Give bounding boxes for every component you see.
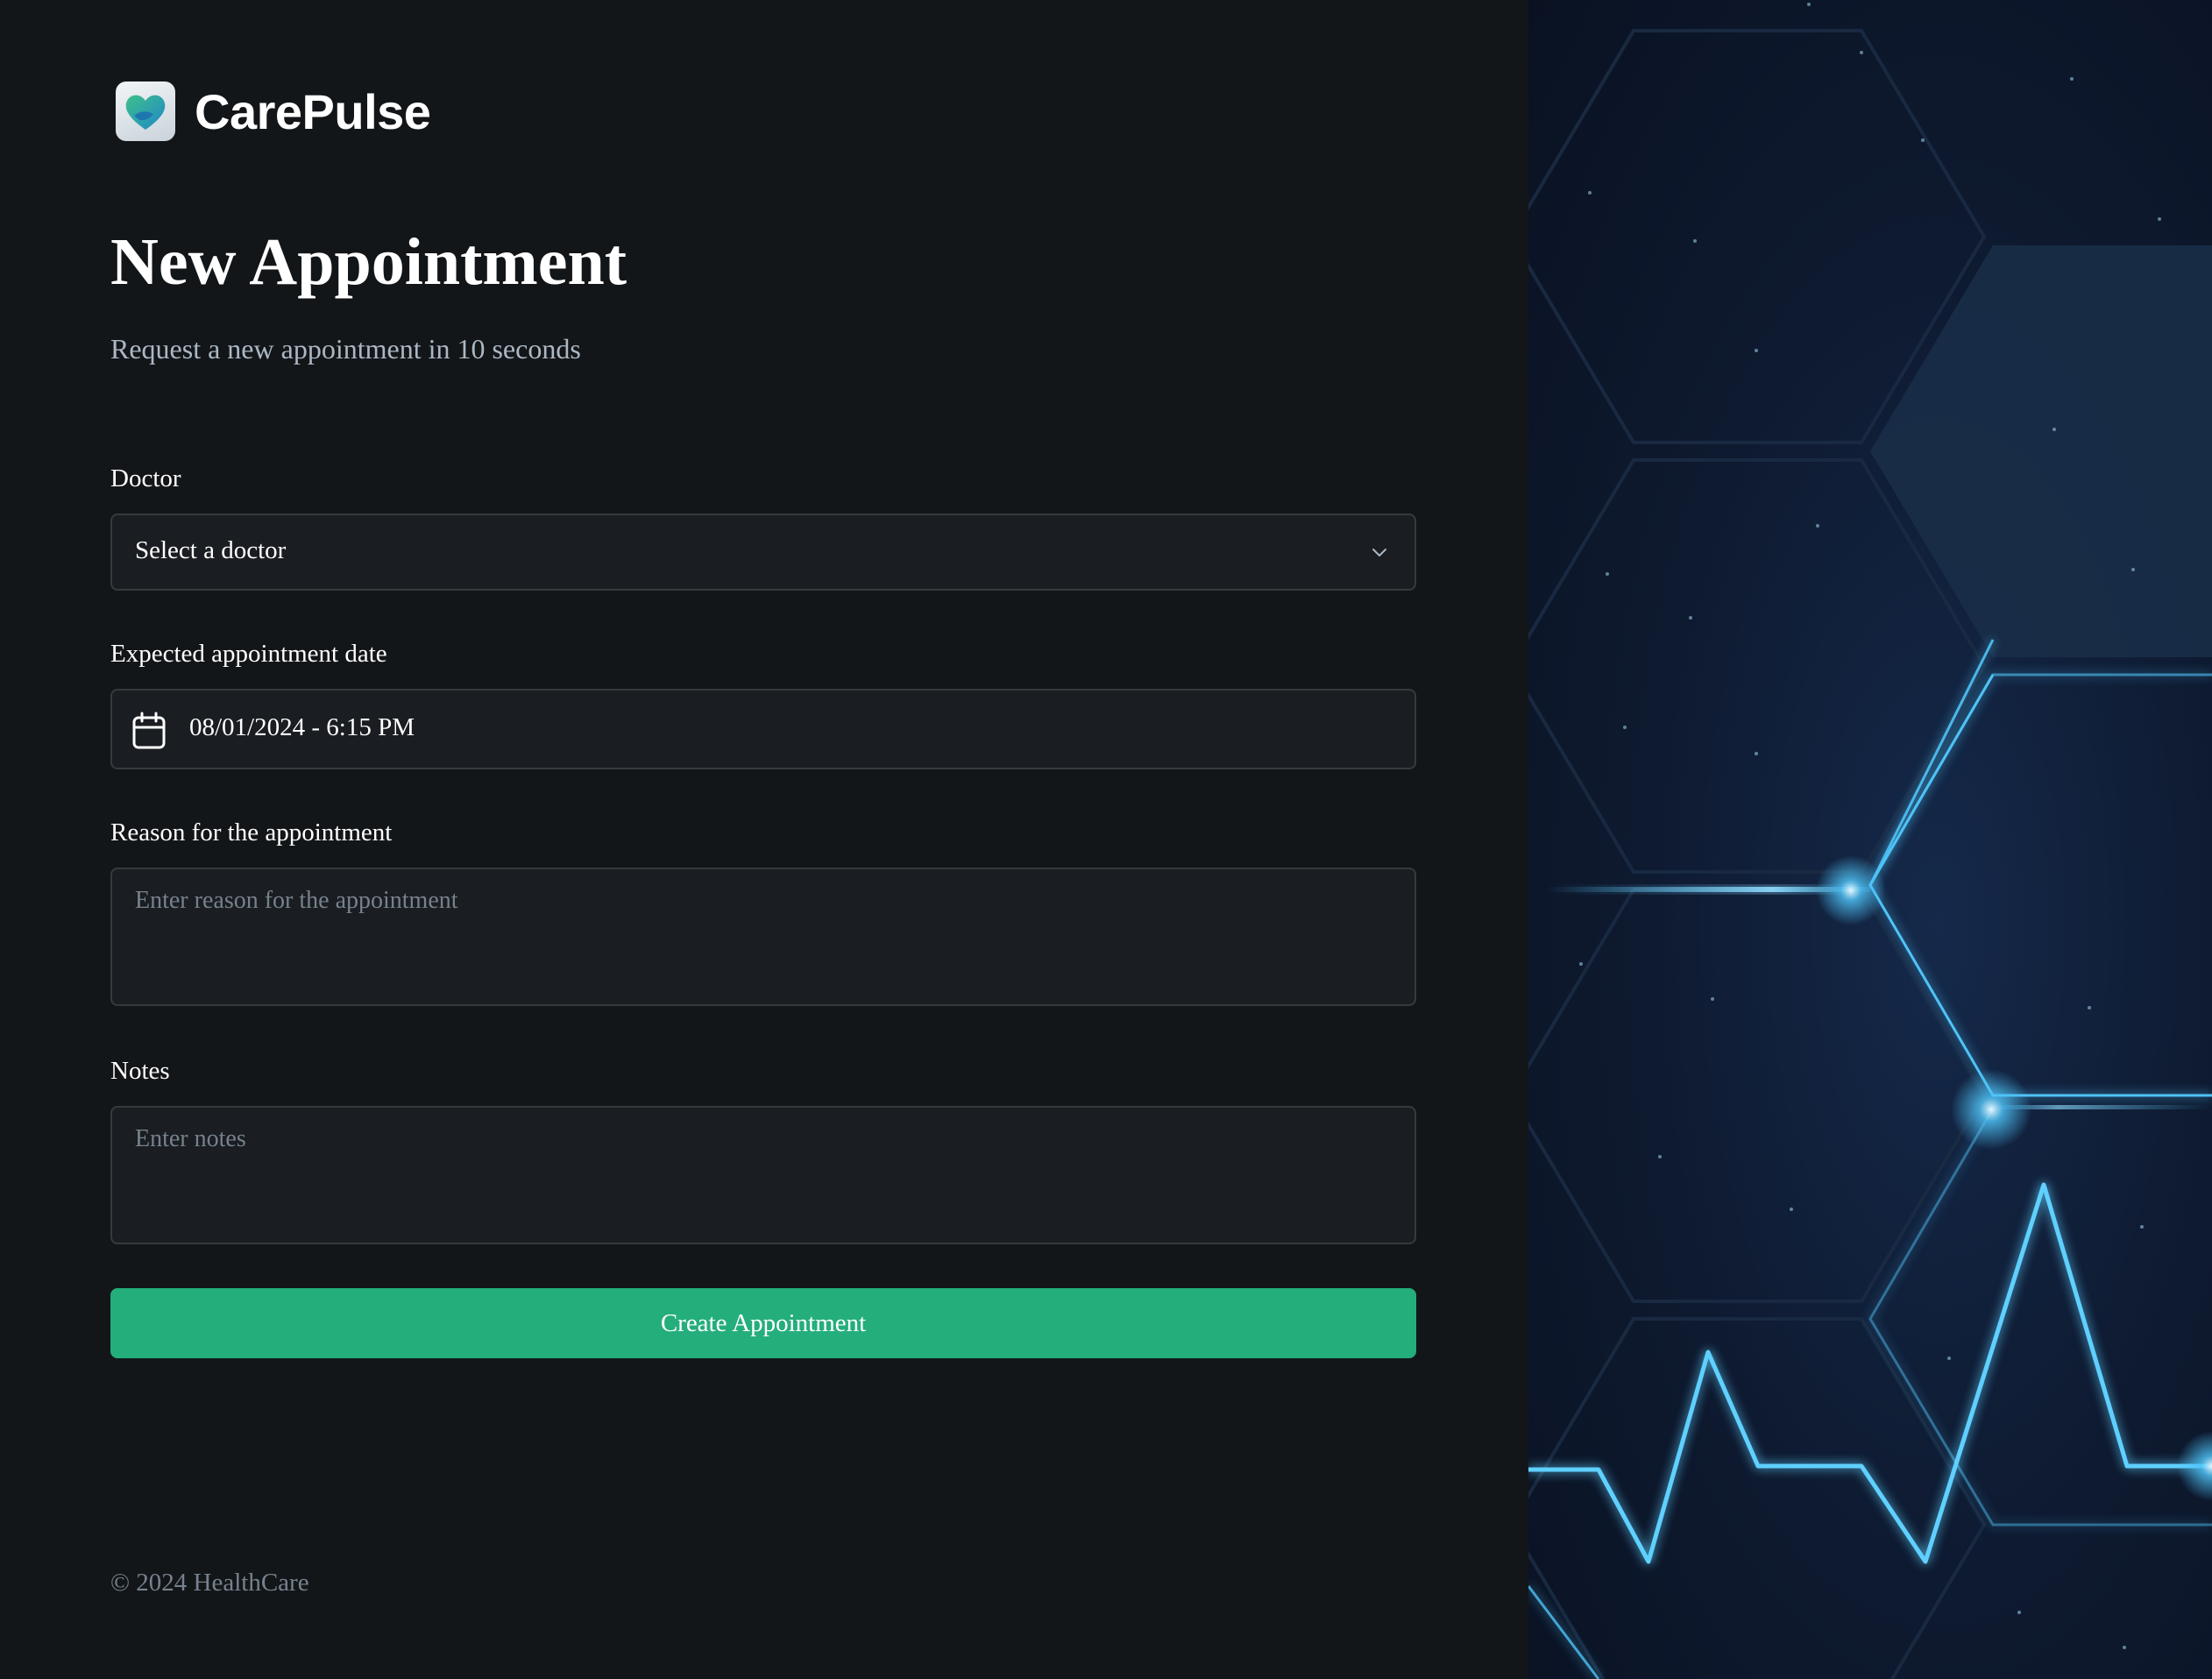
- doctor-select-value: Select a doctor: [135, 536, 287, 564]
- logo: CarePulse: [116, 81, 431, 141]
- reason-field-wrapper: [110, 868, 1416, 1006]
- page-title: New Appointment: [110, 225, 627, 299]
- chevron-down-icon: [1369, 542, 1390, 567]
- reason-label: Reason for the appointment: [110, 818, 393, 847]
- date-value: 08/01/2024 - 6:15 PM: [189, 713, 415, 741]
- date-label: Expected appointment date: [110, 640, 387, 668]
- hexagon-heartbeat-illustration: [1528, 3, 2212, 1679]
- brand-name: CarePulse: [195, 83, 431, 139]
- notes-label: Notes: [110, 1057, 170, 1085]
- doctor-label: Doctor: [110, 464, 181, 492]
- reason-textarea[interactable]: [112, 869, 1414, 1004]
- calendar-icon: [131, 712, 167, 754]
- form-panel: CarePulse New Appointment Request a new …: [0, 0, 1528, 1679]
- create-appointment-button[interactable]: Create Appointment: [110, 1288, 1416, 1358]
- doctor-select[interactable]: Select a doctor: [110, 514, 1416, 591]
- notes-field-wrapper: [110, 1106, 1416, 1244]
- notes-textarea[interactable]: [112, 1108, 1414, 1243]
- footer-copyright: © 2024 HealthCare: [110, 1569, 309, 1597]
- heart-logo-icon: [116, 81, 175, 141]
- date-picker[interactable]: 08/01/2024 - 6:15 PM: [110, 689, 1416, 769]
- hero-image: [1528, 0, 2212, 1679]
- page-subtitle: Request a new appointment in 10 seconds: [110, 333, 581, 365]
